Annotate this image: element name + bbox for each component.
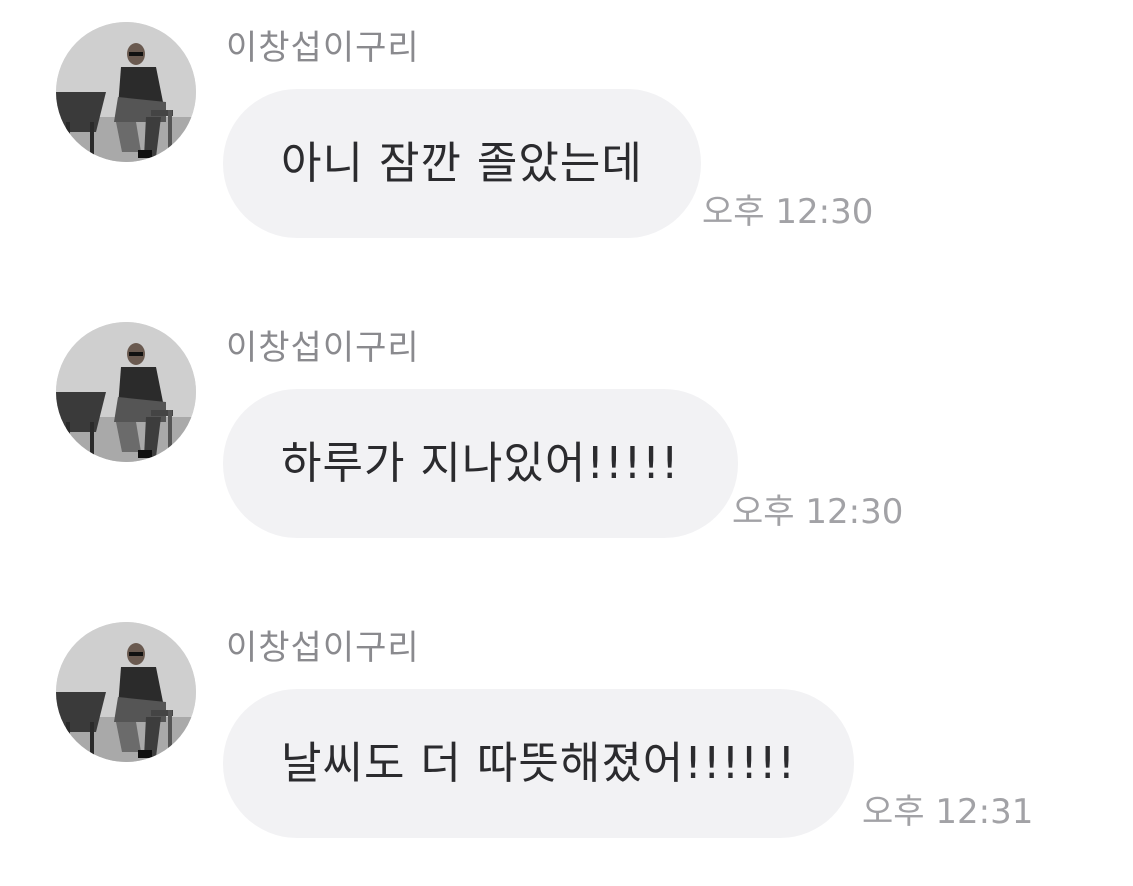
message-bubble[interactable]: 하루가 지나있어!!!!! — [223, 389, 738, 538]
message-text: 하루가 지나있어!!!!! — [281, 437, 680, 489]
sender-avatar[interactable] — [56, 22, 196, 162]
message-text: 날씨도 더 따뜻해졌어!!!!!! — [281, 737, 797, 789]
message-time: 오후 12:30 — [702, 192, 874, 232]
chat-message: 이창섭이구리 아니 잠깐 졸았는데 오후 12:30 — [0, 0, 1133, 238]
sender-avatar[interactable] — [56, 622, 196, 762]
sender-name: 이창섭이구리 — [226, 628, 420, 668]
profile-photo-icon — [56, 622, 196, 762]
chat-message: 이창섭이구리 하루가 지나있어!!!!! 오후 12:30 — [0, 300, 1133, 538]
message-time: 오후 12:31 — [862, 792, 1034, 832]
message-bubble[interactable]: 날씨도 더 따뜻해졌어!!!!!! — [223, 689, 855, 838]
sender-avatar[interactable] — [56, 322, 196, 462]
sender-name: 이창섭이구리 — [226, 328, 420, 368]
message-text: 아니 잠깐 졸았는데 — [281, 137, 643, 189]
message-time: 오후 12:30 — [732, 492, 904, 532]
profile-photo-icon — [56, 322, 196, 462]
message-bubble[interactable]: 아니 잠깐 졸았는데 — [223, 89, 701, 238]
sender-name: 이창섭이구리 — [226, 28, 420, 68]
chat-message: 이창섭이구리 날씨도 더 따뜻해졌어!!!!!! 오후 12:31 — [0, 600, 1133, 838]
profile-photo-icon — [56, 22, 196, 162]
